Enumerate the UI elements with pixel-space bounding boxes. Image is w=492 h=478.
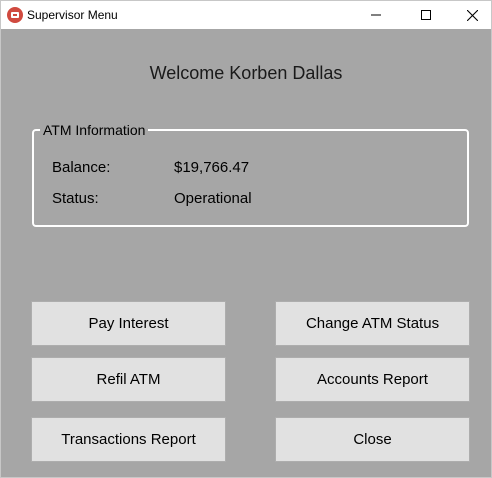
welcome-heading: Welcome Korben Dallas	[149, 63, 343, 83]
transactions-report-button[interactable]: Transactions Report	[31, 417, 226, 462]
supervisor-menu-window: Supervisor Menu Welcome Korben Dallas AT…	[0, 0, 492, 478]
client-area: Welcome Korben Dallas ATM Information Ba…	[1, 29, 491, 477]
app-icon	[7, 7, 23, 23]
atm-information-group: ATM Information Balance: $19,766.47 Stat…	[32, 122, 469, 227]
balance-label: Balance:	[52, 159, 111, 176]
status-value: Operational	[174, 190, 252, 207]
pay-interest-button[interactable]: Pay Interest	[31, 301, 226, 346]
title-bar[interactable]: Supervisor Menu	[1, 1, 491, 29]
minimize-icon	[371, 14, 381, 16]
window-title: Supervisor Menu	[27, 8, 118, 22]
maximize-icon	[421, 10, 431, 20]
maximize-button[interactable]	[403, 1, 449, 29]
refil-atm-button[interactable]: Refil ATM	[31, 357, 226, 402]
status-label: Status:	[52, 190, 99, 207]
close-button[interactable]: Close	[275, 417, 470, 462]
atm-information-legend: ATM Information	[40, 122, 149, 138]
accounts-report-button[interactable]: Accounts Report	[275, 357, 470, 402]
balance-value: $19,766.47	[174, 159, 250, 176]
close-window-button[interactable]	[449, 1, 492, 29]
minimize-button[interactable]	[353, 1, 399, 29]
change-atm-status-button[interactable]: Change ATM Status	[275, 301, 470, 346]
close-icon	[466, 9, 478, 21]
